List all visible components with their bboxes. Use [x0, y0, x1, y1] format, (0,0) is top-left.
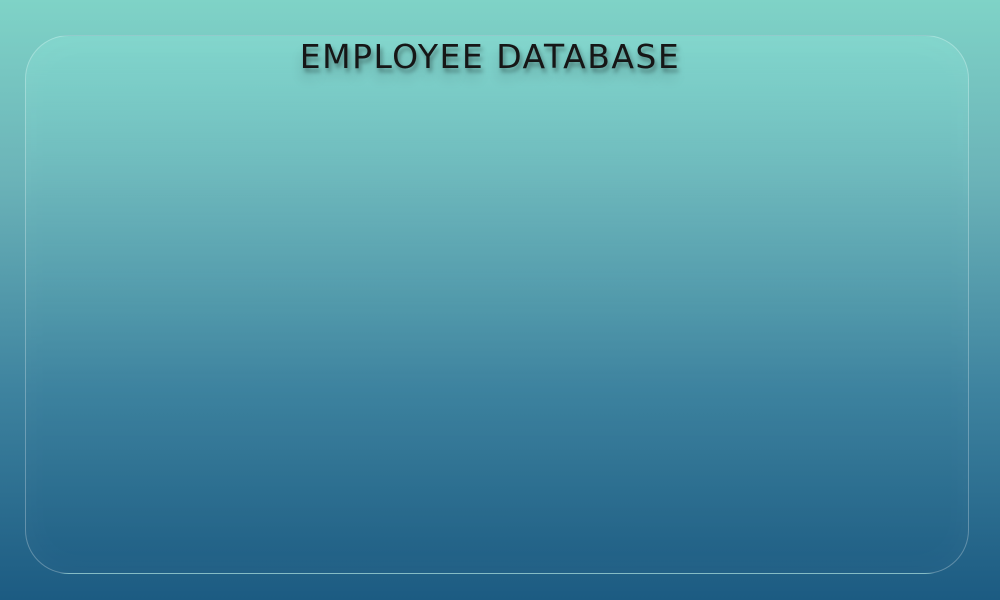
- page-title: EMPLOYEE DATABASE: [299, 37, 681, 76]
- app-window: { "header": { "title": "EMPLOYEE DATABAS…: [0, 0, 1000, 600]
- content-panel: [25, 35, 969, 574]
